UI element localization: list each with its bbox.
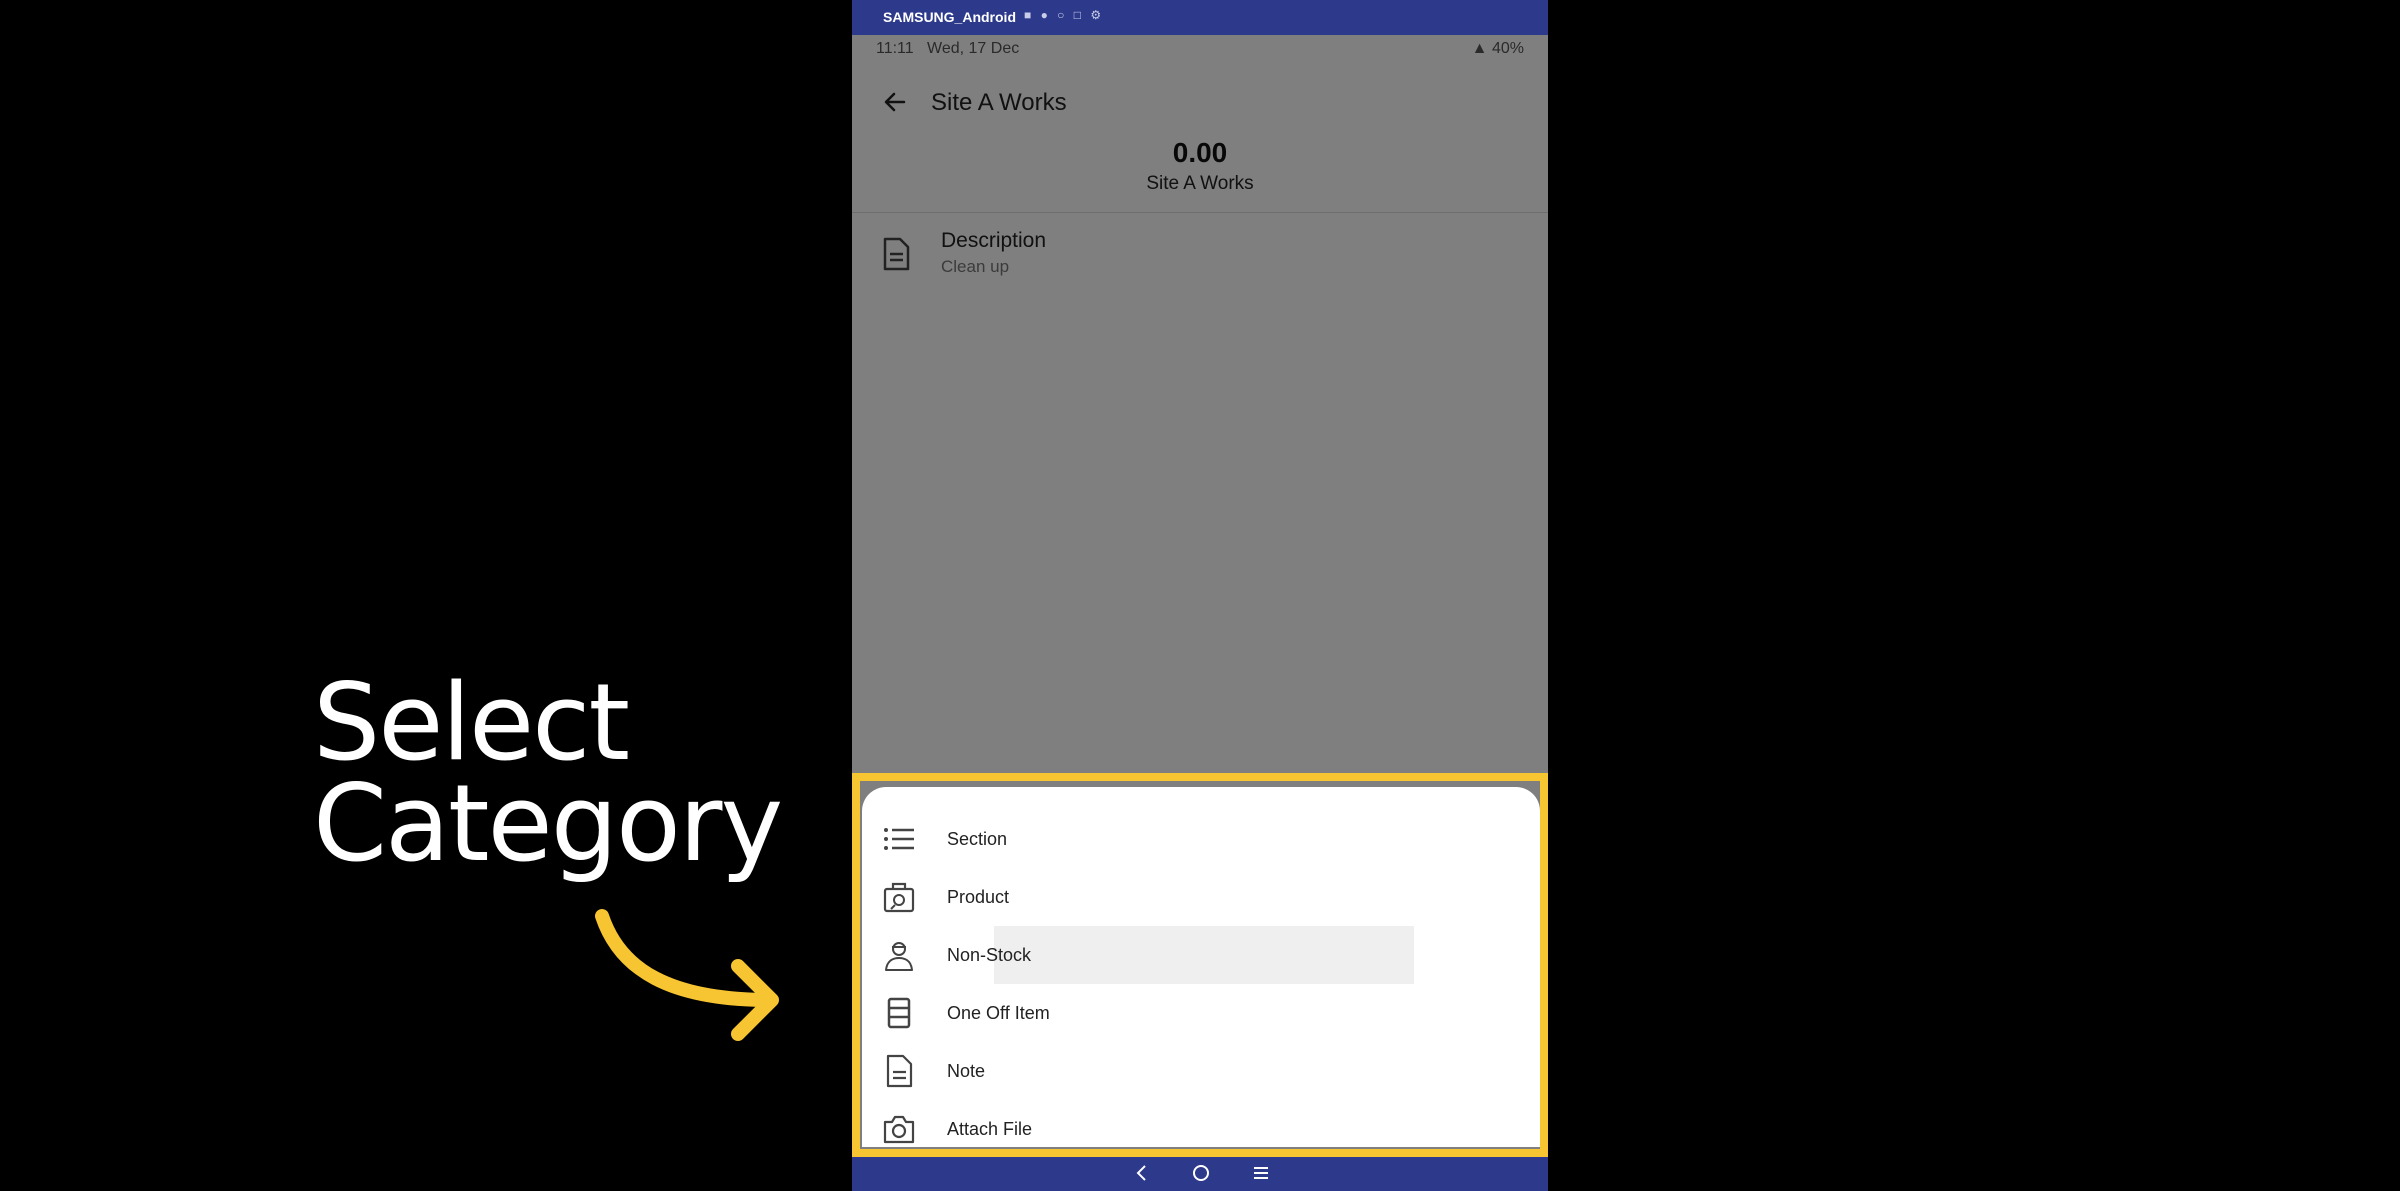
- android-nav-bar: [852, 1156, 1548, 1191]
- tutorial-caption: Select Category: [313, 661, 783, 885]
- nav-back-icon[interactable]: [1132, 1162, 1152, 1184]
- device-name: SAMSUNG_Android: [883, 9, 1016, 25]
- nav-menu-icon[interactable]: [1250, 1162, 1272, 1184]
- device-title-bar: SAMSUNG_Android ■ ● ○ □ ⚙: [852, 0, 1548, 35]
- nav-home-icon[interactable]: [1190, 1162, 1212, 1184]
- pointer-arrow-icon: [595, 909, 779, 1041]
- caption-line-2: Category: [313, 762, 783, 885]
- device-toolbar-icons[interactable]: ■ ● ○ □ ⚙: [1024, 8, 1104, 22]
- caption-line-1: Select: [313, 661, 630, 784]
- tutorial-highlight-frame: [852, 773, 1548, 1157]
